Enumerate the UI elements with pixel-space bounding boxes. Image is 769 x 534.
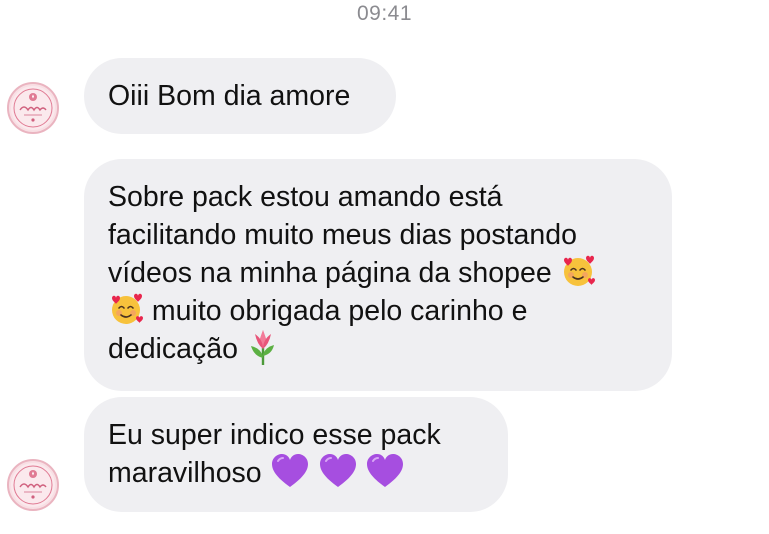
- purple-heart-icon: [318, 453, 358, 489]
- message-text: Eu super indico esse pack: [108, 419, 441, 451]
- smiling-face-with-hearts-icon: [108, 291, 144, 327]
- message-text: maravilhoso: [108, 457, 262, 489]
- smiling-face-with-hearts-icon: [560, 253, 596, 289]
- message-bubble[interactable]: Sobre pack estou amando está facilitando…: [84, 159, 672, 391]
- chat-screen: 09:41 Oiii Bom dia amore Sobre pack esto…: [0, 0, 769, 534]
- avatar-logo-icon: [11, 463, 55, 507]
- message-bubble[interactable]: Oiii Bom dia amore: [84, 58, 396, 134]
- avatar-logo-icon: [11, 86, 55, 130]
- message-text: muito obrigada pelo carinho e: [151, 295, 528, 327]
- sender-avatar[interactable]: [7, 82, 59, 134]
- message-text: Oiii Bom dia amore: [108, 80, 351, 112]
- message-bubble[interactable]: Eu super indico esse pack maravilhoso: [84, 397, 508, 512]
- tulip-icon: [246, 328, 280, 366]
- message-text: facilitando muito meus dias postando: [108, 219, 577, 251]
- message-text: dedicação: [108, 333, 238, 365]
- message-timestamp: 09:41: [356, 2, 413, 25]
- sender-avatar[interactable]: [7, 459, 59, 511]
- message-text: Sobre pack estou amando está: [108, 181, 503, 213]
- purple-heart-icon: [365, 453, 405, 489]
- message-text: vídeos na minha página da shopee: [108, 257, 552, 289]
- purple-heart-icon: [270, 453, 310, 489]
